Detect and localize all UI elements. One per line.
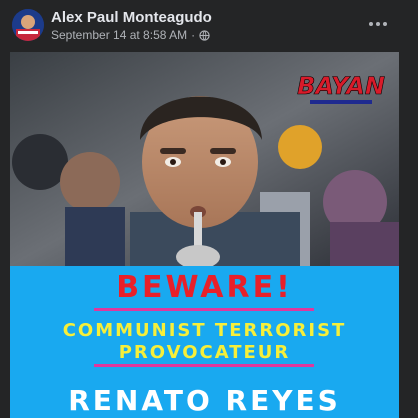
headline: BEWARE! <box>116 270 293 305</box>
more-options-button[interactable] <box>366 12 390 36</box>
globe-icon <box>199 29 210 41</box>
bayan-logo: BAYAN <box>297 72 385 104</box>
more-options-icon <box>369 22 373 26</box>
avatar[interactable] <box>12 9 44 41</box>
divider-bottom <box>94 364 314 367</box>
poster-name: RENATO REYES <box>68 384 341 417</box>
divider-top <box>94 308 314 311</box>
post-header: Alex Paul Monteagudo September 14 at 8:5… <box>0 0 418 48</box>
tagline-line1: COMMUNIST TERRORIST <box>62 320 347 341</box>
meta-separator: · <box>191 28 196 42</box>
post-meta: September 14 at 8:58 AM · <box>51 28 210 42</box>
post-media[interactable]: BAYAN BEWARE! COMMUNIST TERRORIST PROVOC… <box>0 48 418 418</box>
tagline-line2: PROVOCATEUR <box>118 342 291 363</box>
poster-image[interactable]: BAYAN BEWARE! COMMUNIST TERRORIST PROVOC… <box>10 52 399 418</box>
post-date[interactable]: September 14 at 8:58 AM <box>51 28 187 42</box>
author-name[interactable]: Alex Paul Monteagudo <box>51 9 212 26</box>
svg-text:BAYAN: BAYAN <box>297 72 385 100</box>
